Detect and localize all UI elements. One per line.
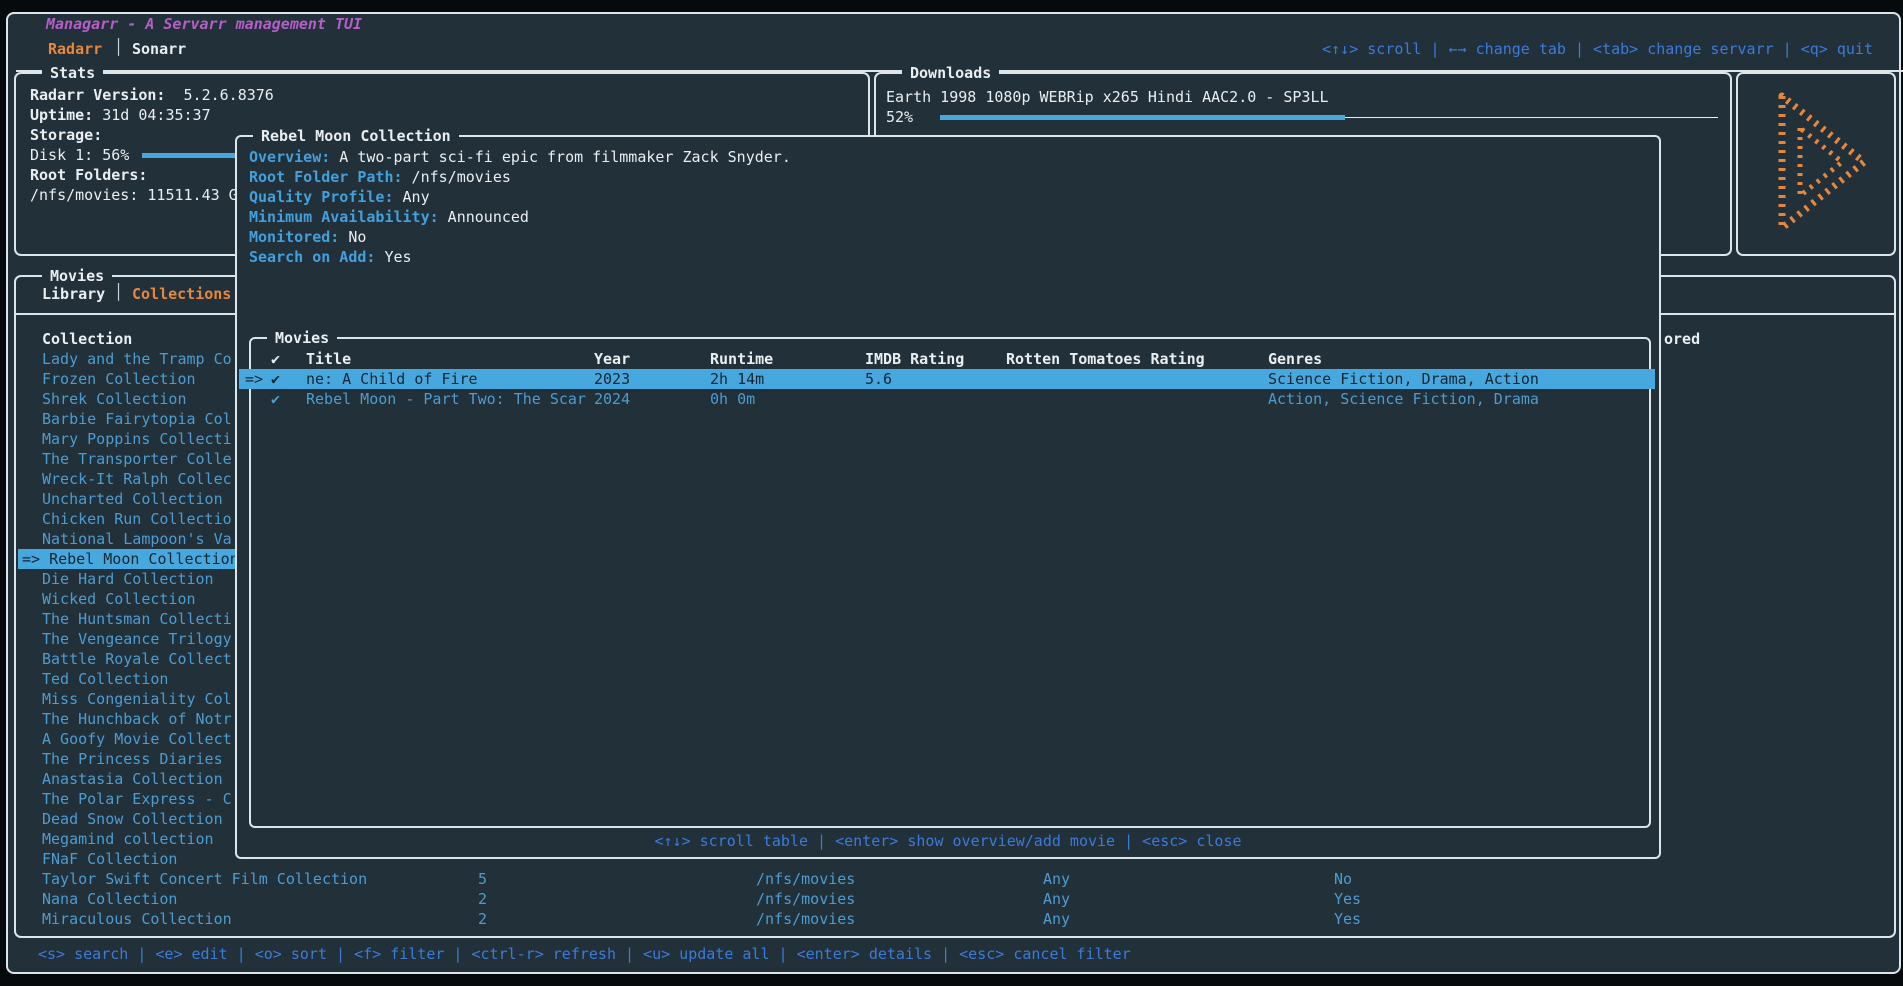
collection-row[interactable]: => Rebel Moon Collection bbox=[18, 549, 237, 569]
modal-title: Rebel Moon Collection bbox=[253, 125, 459, 147]
modal-detail-line: Monitored: No bbox=[249, 227, 366, 247]
stats-panel-title: Stats bbox=[42, 62, 103, 84]
movies-panel-title: Movies bbox=[42, 265, 112, 287]
download-progress-rest bbox=[1345, 117, 1718, 118]
modal-detail-line: Quality Profile: Any bbox=[249, 187, 430, 207]
collection-row[interactable]: Miraculous Collection2/nfs/moviesAnyYes bbox=[18, 909, 1892, 929]
tab-radarr[interactable]: Radarr bbox=[48, 40, 102, 58]
stat-line: Disk 1: 56% bbox=[30, 145, 129, 165]
tui-window: Managarr - A Servarr management TUI Rada… bbox=[6, 12, 1901, 974]
modal-keybinds: <↑↓> scroll table | <enter> show overvie… bbox=[237, 831, 1659, 851]
modal-detail-line: Root Folder Path: /nfs/movies bbox=[249, 167, 511, 187]
modal-movies-subpanel: Movies bbox=[249, 337, 1651, 828]
movie-row[interactable]: ✔Rebel Moon - Part Two: The Scar20240h 0… bbox=[239, 389, 1655, 409]
download-progress-fill bbox=[940, 115, 1345, 120]
header-keybinds: <↑↓> scroll | ←→ change tab | <tab> chan… bbox=[1322, 40, 1873, 58]
managarr-logo-icon bbox=[1752, 80, 1878, 244]
stat-line: Storage: bbox=[30, 125, 102, 145]
tab-separator: │ bbox=[114, 38, 123, 56]
collection-row[interactable]: Nana Collection2/nfs/moviesAnyYes bbox=[18, 889, 1892, 909]
footer-keybinds: <s> search | <e> edit | <o> sort | <f> f… bbox=[38, 944, 1131, 964]
movies-tab-separator: │ bbox=[114, 283, 123, 301]
tab-library[interactable]: Library bbox=[42, 285, 105, 303]
modal-detail-line: Minimum Availability: Announced bbox=[249, 207, 529, 227]
disk-usage-bar bbox=[142, 153, 247, 158]
downloads-panel-title: Downloads bbox=[902, 62, 999, 84]
stat-line: /nfs/movies: 11511.43 GB bbox=[30, 185, 247, 205]
download-percent: 52% bbox=[886, 107, 913, 127]
app-title: Managarr - A Servarr management TUI bbox=[38, 15, 370, 33]
modal-detail-line: Search on Add: Yes bbox=[249, 247, 412, 267]
collection-details-modal: Rebel Moon Collection Overview: A two-pa… bbox=[235, 135, 1661, 859]
movie-row[interactable]: =>✔ne: A Child of Fire20232h 14m5.6Scien… bbox=[239, 369, 1655, 389]
stat-line: Uptime: 31d 04:35:37 bbox=[30, 105, 211, 125]
stat-line: Radarr Version: 5.2.6.8376 bbox=[30, 85, 274, 105]
download-item-name: Earth 1998 1080p WEBRip x265 Hindi AAC2.… bbox=[886, 87, 1329, 107]
collection-row[interactable]: Taylor Swift Concert Film Collection5/nf… bbox=[18, 869, 1892, 889]
stat-line: Root Folders: bbox=[30, 165, 147, 185]
download-progress-bar bbox=[940, 115, 1718, 120]
logo-panel bbox=[1736, 72, 1896, 256]
tab-collections[interactable]: Collections bbox=[132, 285, 231, 303]
tab-sonarr[interactable]: Sonarr bbox=[132, 40, 186, 58]
monitored-column-header-fragment: ored bbox=[1664, 329, 1700, 349]
modal-movies-title: Movies bbox=[267, 327, 337, 349]
modal-detail-line: Overview: A two-part sci-fi epic from fi… bbox=[249, 147, 791, 167]
screen: Managarr - A Servarr management TUI Rada… bbox=[0, 0, 1903, 986]
movies-table-header: ✔TitleYearRuntimeIMDB RatingRotten Tomat… bbox=[239, 349, 1655, 369]
collection-column-header: Collection bbox=[42, 329, 132, 349]
